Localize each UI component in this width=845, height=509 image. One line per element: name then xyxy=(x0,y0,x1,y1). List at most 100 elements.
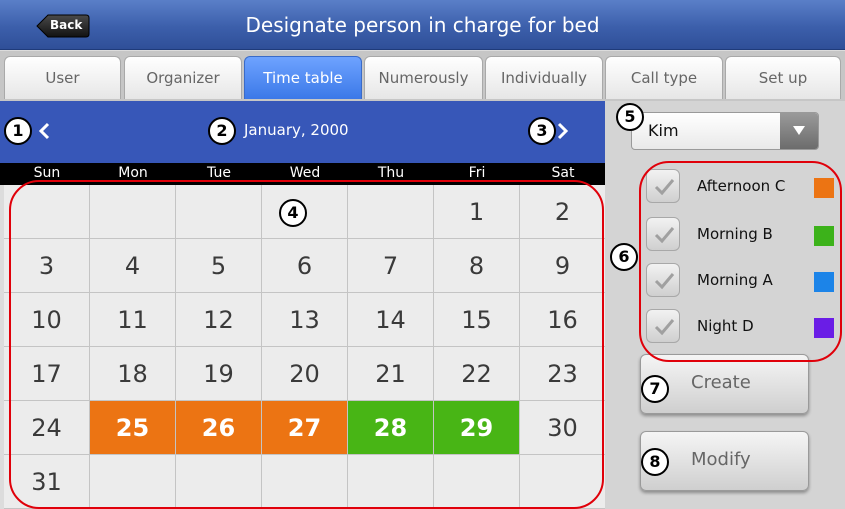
annotation-marker: 6 xyxy=(610,243,638,271)
calendar-day[interactable]: 16 xyxy=(520,293,606,347)
calendar-day[interactable]: 8 xyxy=(434,239,520,293)
shift-color-swatch xyxy=(814,178,834,198)
month-header: January, 2000 xyxy=(0,101,605,163)
weekday-label: Thu xyxy=(377,165,405,181)
shift-option[interactable]: Night D xyxy=(646,309,841,345)
calendar-day[interactable]: 5 xyxy=(176,239,262,293)
calendar-empty-cell xyxy=(434,455,520,509)
month-label: January, 2000 xyxy=(244,121,349,139)
title-bar: Back Designate person in charge for bed xyxy=(0,0,845,50)
calendar-empty-cell xyxy=(4,185,90,239)
shift-option[interactable]: Morning B xyxy=(646,217,841,253)
annotation-marker: 3 xyxy=(528,117,556,145)
shift-label: Morning A xyxy=(697,271,773,289)
calendar-day[interactable]: 23 xyxy=(520,347,606,401)
person-select[interactable]: Kim xyxy=(631,112,819,150)
calendar-day[interactable]: 2 xyxy=(520,185,606,239)
tab-user[interactable]: User xyxy=(4,56,121,99)
shift-option[interactable]: Afternoon C xyxy=(646,169,841,205)
next-month-button[interactable] xyxy=(557,121,569,144)
dropdown-arrow-icon[interactable] xyxy=(780,113,818,149)
calendar-empty-cell xyxy=(176,455,262,509)
calendar-day[interactable]: 3 xyxy=(4,239,90,293)
weekday-label: Wed xyxy=(289,165,321,181)
calendar-empty-cell xyxy=(90,185,176,239)
calendar-day[interactable]: 30 xyxy=(520,401,606,455)
create-label: Create xyxy=(691,372,751,393)
shift-label: Afternoon C xyxy=(697,177,786,195)
weekday-header: Sun Mon Tue Wed Thu Fri Sat xyxy=(0,163,605,185)
weekday-label: Sun xyxy=(33,165,61,181)
window-title: Designate person in charge for bed xyxy=(245,13,600,37)
calendar-day[interactable]: 11 xyxy=(90,293,176,347)
shift-checkbox[interactable] xyxy=(646,263,680,297)
modify-label: Modify xyxy=(691,449,751,470)
shift-color-swatch xyxy=(814,318,834,338)
calendar-empty-cell xyxy=(348,455,434,509)
calendar-day[interactable]: 7 xyxy=(348,239,434,293)
calendar-day[interactable]: 10 xyxy=(4,293,90,347)
tab-bar: User Organizer Time table Numerously Ind… xyxy=(0,51,845,101)
calendar-day[interactable]: 24 xyxy=(4,401,90,455)
calendar-day[interactable]: 28 xyxy=(348,401,434,455)
calendar-day[interactable]: 27 xyxy=(262,401,348,455)
checkmark-icon xyxy=(654,227,675,244)
shift-checkbox[interactable] xyxy=(646,169,680,203)
person-select-value: Kim xyxy=(648,121,679,140)
checkmark-icon xyxy=(654,179,675,196)
tab-set-up[interactable]: Set up xyxy=(725,56,841,99)
calendar-grid: 1 2 3 4 5 6 7 8 9 10 11 12 13 14 15 16 17 18 19 20 21 22 23 24 2… xyxy=(4,185,606,509)
tab-call-type[interactable]: Call type xyxy=(605,56,723,99)
calendar-day[interactable]: 25 xyxy=(90,401,176,455)
checkmark-icon xyxy=(654,319,675,336)
calendar-day[interactable]: 26 xyxy=(176,401,262,455)
annotation-marker: 4 xyxy=(279,199,307,227)
checkmark-icon xyxy=(654,273,675,290)
calendar-empty-cell xyxy=(348,185,434,239)
weekday-label: Fri xyxy=(468,165,486,181)
tab-organizer[interactable]: Organizer xyxy=(124,56,242,99)
calendar-day[interactable]: 19 xyxy=(176,347,262,401)
calendar-day[interactable]: 18 xyxy=(90,347,176,401)
shift-option[interactable]: Morning A xyxy=(646,263,841,299)
app-window: Back Designate person in charge for bed … xyxy=(0,0,845,509)
calendar-day[interactable]: 9 xyxy=(520,239,606,293)
annotation-marker: 2 xyxy=(208,117,236,145)
chevron-left-icon xyxy=(38,122,50,140)
calendar-day[interactable]: 22 xyxy=(434,347,520,401)
shift-label: Night D xyxy=(697,317,754,335)
weekday-label: Mon xyxy=(118,165,148,181)
annotation-marker: 7 xyxy=(641,375,669,403)
calendar-empty-cell xyxy=(90,455,176,509)
shift-color-swatch xyxy=(814,226,834,246)
calendar-day[interactable]: 12 xyxy=(176,293,262,347)
weekday-label: Sat xyxy=(551,165,575,181)
calendar-day[interactable]: 4 xyxy=(90,239,176,293)
calendar-day[interactable]: 29 xyxy=(434,401,520,455)
calendar-day[interactable]: 6 xyxy=(262,239,348,293)
shift-color-swatch xyxy=(814,272,834,292)
tab-numerously[interactable]: Numerously xyxy=(364,56,483,99)
weekday-label: Tue xyxy=(207,165,231,181)
calendar-day[interactable]: 20 xyxy=(262,347,348,401)
calendar-day[interactable]: 15 xyxy=(434,293,520,347)
calendar-day[interactable]: 13 xyxy=(262,293,348,347)
tab-individually[interactable]: Individually xyxy=(485,56,603,99)
shift-label: Morning B xyxy=(697,225,773,243)
tab-time-table[interactable]: Time table xyxy=(244,56,362,99)
calendar-day[interactable]: 1 xyxy=(434,185,520,239)
calendar-day[interactable]: 14 xyxy=(348,293,434,347)
shift-checkbox[interactable] xyxy=(646,309,680,343)
chevron-right-icon xyxy=(557,122,569,140)
prev-month-button[interactable] xyxy=(38,121,50,144)
annotation-marker: 1 xyxy=(4,117,32,145)
calendar-empty-cell xyxy=(176,185,262,239)
calendar-day[interactable]: 21 xyxy=(348,347,434,401)
annotation-marker: 8 xyxy=(641,448,669,476)
annotation-marker: 5 xyxy=(616,103,644,131)
shift-checkbox[interactable] xyxy=(646,217,680,251)
calendar-day[interactable]: 31 xyxy=(4,455,90,509)
calendar-empty-cell xyxy=(262,455,348,509)
calendar-day[interactable]: 17 xyxy=(4,347,90,401)
calendar-empty-cell xyxy=(520,455,606,509)
